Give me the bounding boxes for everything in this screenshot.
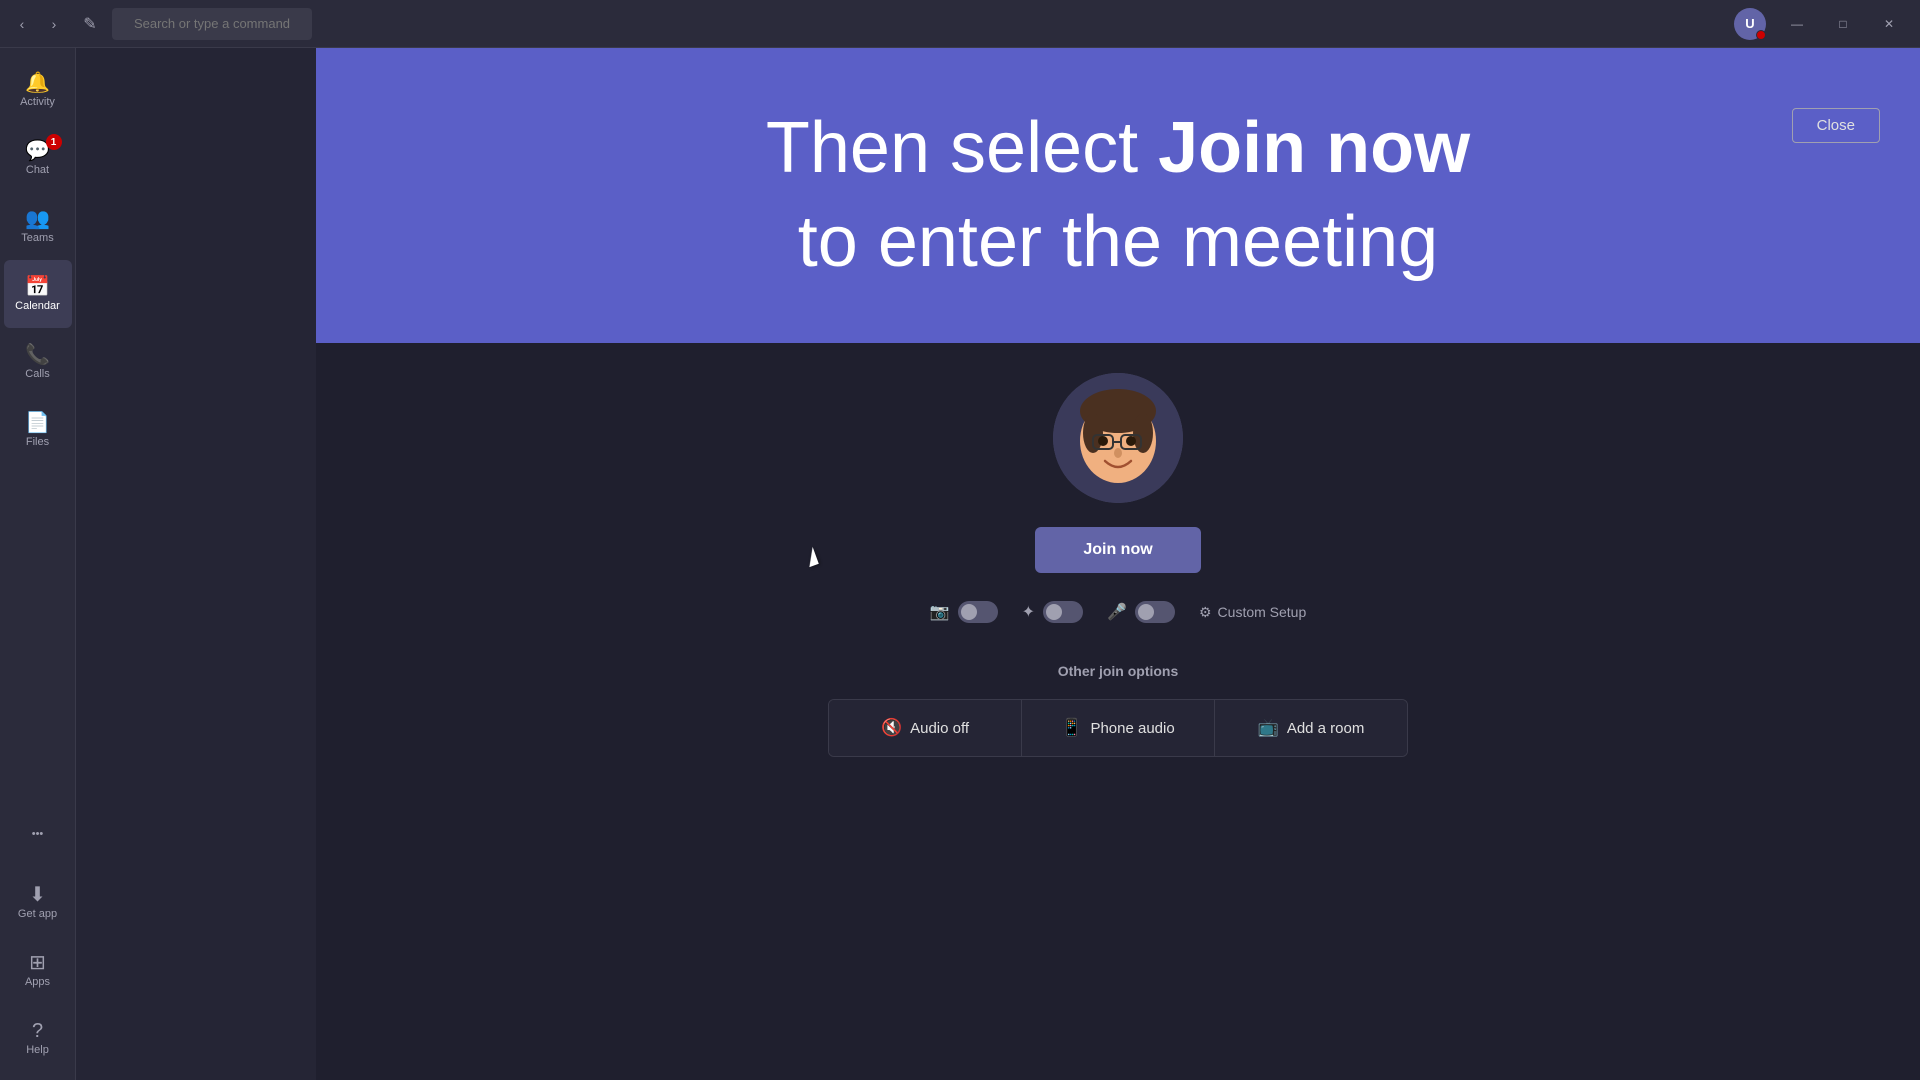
sidebar-item-chat[interactable]: 💬 Chat 1: [4, 124, 72, 192]
sidebar-item-teams[interactable]: 👥 Teams: [4, 192, 72, 260]
window-controls: — □ ✕: [1774, 8, 1912, 40]
instruction-bold: Join now: [1158, 108, 1470, 188]
video-toggle[interactable]: [958, 601, 998, 623]
user-status-badge: [1756, 30, 1766, 40]
maximize-button[interactable]: □: [1820, 8, 1866, 40]
sidebar-label-apps: Apps: [25, 977, 50, 988]
activity-icon: 🔔: [25, 73, 50, 93]
title-bar: ‹ › ✎ U — □ ✕: [0, 0, 1920, 48]
close-overlay-button[interactable]: Close: [1792, 108, 1880, 143]
sidebar-label-getapp: Get app: [18, 909, 57, 920]
back-button[interactable]: ‹: [8, 10, 36, 38]
sidebar-item-calls[interactable]: 📞 Calls: [4, 328, 72, 396]
compose-button[interactable]: ✎: [76, 10, 104, 38]
sidebar-item-activity[interactable]: 🔔 Activity: [4, 56, 72, 124]
apps-icon: ⊞: [29, 953, 46, 973]
instruction-text: Then select Join now to enter the meetin…: [766, 102, 1470, 289]
forward-button[interactable]: ›: [40, 10, 68, 38]
content-area: Then select Join now to enter the meetin…: [76, 48, 1920, 1080]
audio-off-icon: 🔇: [881, 718, 902, 738]
custom-setup-button[interactable]: ⚙ Custom Setup: [1199, 604, 1306, 621]
join-options-title: Other join options: [828, 663, 1408, 679]
title-bar-right: U — □ ✕: [1734, 8, 1912, 40]
video-toggle-group: 📷: [930, 601, 998, 623]
instruction-suffix: to enter the meeting: [798, 202, 1438, 282]
sidebar-label-calendar: Calendar: [15, 301, 60, 312]
instruction-prefix: Then select: [766, 108, 1158, 188]
toggle-controls: 📷 ✦ 🎤 ⚙: [930, 601, 1307, 623]
join-now-button[interactable]: Join now: [1035, 527, 1200, 573]
instruction-banner: Then select Join now to enter the meetin…: [316, 48, 1920, 343]
more-icon: •••: [32, 829, 44, 840]
user-avatar-preview: [1053, 373, 1183, 503]
files-icon: 📄: [25, 413, 50, 433]
sidebar-item-files[interactable]: 📄 Files: [4, 396, 72, 464]
sidebar-label-chat: Chat: [26, 165, 49, 176]
sidebar-label-teams: Teams: [21, 233, 53, 244]
phone-audio-button[interactable]: 📱 Phone audio: [1021, 700, 1214, 756]
teams-icon: 👥: [25, 209, 50, 229]
sidebar-item-getapp[interactable]: ⬇ Get app: [4, 868, 72, 936]
user-avatar[interactable]: U: [1734, 8, 1766, 40]
main-layout: 🔔 Activity 💬 Chat 1 👥 Teams 📅 Calendar 📞…: [0, 48, 1920, 1080]
video-toggle-knob: [961, 604, 977, 620]
sidebar-item-apps[interactable]: ⊞ Apps: [4, 936, 72, 1004]
mic-toggle-group: 🎤: [1107, 601, 1175, 623]
nav-controls: ‹ ›: [8, 10, 68, 38]
mic-icon: 🎤: [1107, 602, 1127, 622]
sidebar-label-calls: Calls: [25, 369, 49, 380]
sidebar: 🔔 Activity 💬 Chat 1 👥 Teams 📅 Calendar 📞…: [0, 48, 76, 1080]
gear-icon: ⚙: [1199, 604, 1212, 621]
getapp-icon: ⬇: [29, 885, 46, 905]
phone-audio-label: Phone audio: [1090, 720, 1174, 737]
other-join-options: 🔇 Audio off 📱 Phone audio 📺 Add a room: [828, 699, 1408, 757]
blur-toggle-knob: [1046, 604, 1062, 620]
audio-off-label: Audio off: [910, 720, 969, 737]
search-input[interactable]: [112, 8, 312, 40]
chat-badge: 1: [46, 134, 62, 150]
video-icon: 📷: [930, 602, 950, 622]
calls-icon: 📞: [25, 345, 50, 365]
sidebar-item-help[interactable]: ? Help: [4, 1004, 72, 1072]
meeting-preview: Join now 📷 ✦ 🎤: [316, 343, 1920, 1080]
custom-setup-label: Custom Setup: [1218, 604, 1307, 620]
blur-icon: ✦: [1022, 602, 1035, 622]
title-bar-left: ‹ › ✎: [8, 8, 312, 40]
sidebar-label-help: Help: [26, 1045, 49, 1056]
add-room-icon: 📺: [1258, 718, 1279, 738]
sidebar-label-files: Files: [26, 437, 49, 448]
mic-toggle-knob: [1138, 604, 1154, 620]
help-icon: ?: [32, 1021, 43, 1041]
window-close-button[interactable]: ✕: [1866, 8, 1912, 40]
sidebar-item-calendar[interactable]: 📅 Calendar: [4, 260, 72, 328]
sidebar-item-more[interactable]: •••: [4, 800, 72, 868]
mic-toggle[interactable]: [1135, 601, 1175, 623]
minimize-button[interactable]: —: [1774, 8, 1820, 40]
calendar-icon: 📅: [25, 277, 50, 297]
blur-toggle-group: ✦: [1022, 601, 1083, 623]
audio-off-button[interactable]: 🔇 Audio off: [829, 700, 1021, 756]
add-room-label: Add a room: [1287, 720, 1365, 737]
phone-audio-icon: 📱: [1061, 718, 1082, 738]
sidebar-label-activity: Activity: [20, 97, 55, 108]
blur-toggle[interactable]: [1043, 601, 1083, 623]
add-room-button[interactable]: 📺 Add a room: [1214, 700, 1407, 756]
